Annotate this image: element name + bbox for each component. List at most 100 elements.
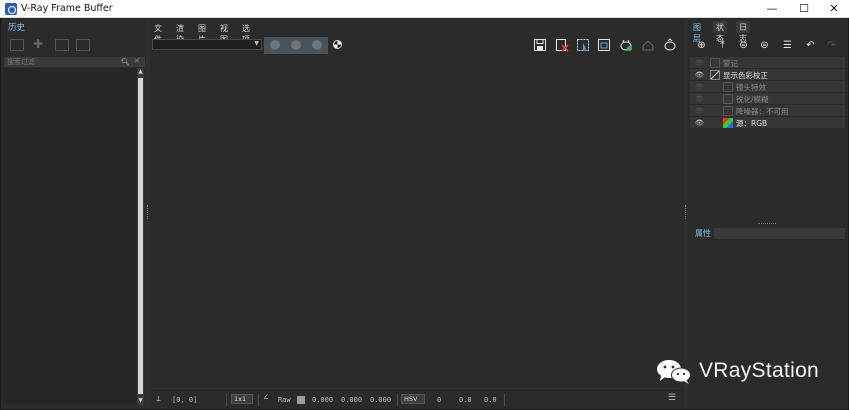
status-divider — [226, 394, 227, 406]
wechat-logo-icon — [657, 360, 691, 384]
splitter-grip-icon — [685, 205, 687, 219]
color-swatch — [297, 396, 305, 404]
red-channel-button[interactable] — [270, 40, 280, 50]
layers-toolbar: ⊕ ⤒ ⊜ ⊜ ☰ ↶ ↷ — [690, 36, 845, 56]
layer-icon — [710, 58, 720, 68]
scrollbar-thumb[interactable] — [138, 78, 143, 394]
tab-history[interactable]: 历史 — [4, 21, 30, 33]
render-toolbar: ▼ — [150, 36, 686, 55]
watermark-text: VRayStation — [699, 359, 820, 382]
history-panel: 历史 ✚ 🔍︎ ✕ ▲ ▼ — [4, 19, 145, 408]
status-bar: ⊥ [0, 0] 1x1 ∠ Raw 0.000 0.000 0.000 HSV… — [150, 390, 686, 408]
layer-label: 镜头特效 — [736, 83, 766, 92]
undo-icon[interactable]: ↶ — [803, 39, 818, 53]
render-icon[interactable] — [618, 38, 634, 52]
stop-render-icon[interactable] — [640, 38, 656, 52]
tab-layers[interactable]: 图层 — [690, 21, 704, 43]
properties-header: 属性 — [690, 228, 845, 239]
render-viewport[interactable] — [150, 55, 686, 390]
layer-row[interactable]: 👁︎ 降噪器：不可用 — [690, 105, 845, 117]
right-splitter[interactable] — [684, 19, 688, 408]
add-layer-icon[interactable]: ⊕ — [694, 39, 709, 53]
layer-label: 锐化/模糊 — [736, 95, 769, 104]
layer-row[interactable]: 👁︎ 镜头特效 — [690, 81, 845, 93]
hsv-value-v: 0.0 — [484, 396, 497, 404]
layer-row[interactable]: 👁︎ 锐化/模糊 — [690, 93, 845, 105]
history-search: 🔍︎ ✕ — [4, 57, 145, 67]
tab-log[interactable]: 日志 — [736, 21, 750, 43]
panel-divider[interactable] — [690, 222, 845, 226]
history-scrollbar[interactable]: ▲ ▼ — [137, 68, 144, 405]
rgb-channel-group — [264, 37, 328, 54]
layer-row[interactable]: 👁︎ 源：RGB — [690, 117, 845, 129]
layer-label: 显示色彩校正 — [723, 71, 768, 80]
load-layers-icon[interactable]: ⤒ — [715, 39, 730, 53]
history-toolbar: ✚ — [4, 35, 145, 57]
history-search-input[interactable] — [7, 57, 119, 67]
pixel-picker-icon[interactable]: ⊥ — [156, 394, 161, 403]
raw-value-b: 0.000 — [370, 396, 392, 404]
load-history-icon[interactable] — [55, 39, 69, 51]
render-area: 文件 渲染 图片 视图 选项 ▼ — [150, 19, 686, 408]
layer-list-icon[interactable]: ☰ — [780, 39, 795, 53]
layers-panel: 图层 状态 日志 ⊕ ⤒ ⊜ ⊜ ☰ ↶ ↷ 👁︎ 蒙记 👁︎ 显示色彩校正 👁… — [690, 19, 845, 408]
window-title: V-Ray Frame Buffer — [21, 3, 113, 14]
save-to-history-icon[interactable] — [10, 39, 24, 51]
follow-mouse-icon[interactable] — [596, 38, 612, 52]
visibility-eye-icon[interactable]: 👁︎ — [695, 71, 704, 79]
channel-select[interactable]: ▼ — [152, 39, 262, 50]
maximize-button[interactable]: ☐ — [789, 0, 819, 18]
add-history-icon[interactable]: ✚ — [33, 38, 47, 51]
console-icon[interactable]: ☰ — [668, 393, 676, 403]
visibility-eye-icon[interactable]: 👁︎ — [695, 59, 704, 67]
search-clear-icon[interactable]: ✕ — [134, 57, 140, 65]
denoiser-icon — [723, 106, 733, 116]
raw-value-r: 0.000 — [312, 396, 334, 404]
save-layers-icon[interactable]: ⊜ — [736, 39, 751, 53]
hsv-value-s: 0.0 — [459, 396, 472, 404]
green-channel-button[interactable] — [291, 40, 301, 50]
visibility-eye-icon[interactable]: 👁︎ — [695, 107, 704, 115]
mono-mode-icon[interactable] — [333, 40, 342, 49]
properties-label: 属性 — [695, 229, 711, 238]
search-icon[interactable]: 🔍︎ — [121, 58, 130, 66]
close-button[interactable]: ✕ — [819, 0, 849, 18]
clear-image-icon[interactable] — [554, 38, 570, 52]
vray-app-icon — [5, 3, 17, 15]
chevron-down-icon: ▼ — [254, 40, 259, 47]
layer-label: 降噪器：不可用 — [736, 107, 789, 116]
color-space-select[interactable]: HSV — [401, 394, 425, 404]
scroll-up-arrow-icon[interactable]: ▲ — [137, 68, 144, 76]
export-history-icon[interactable] — [76, 39, 90, 51]
visibility-eye-icon[interactable]: 👁︎ — [695, 119, 704, 127]
curve-icon: ∠ — [263, 393, 269, 403]
raw-label: Raw — [278, 396, 291, 404]
tab-stats[interactable]: 状态 — [713, 21, 727, 43]
color-correction-icon — [710, 70, 720, 80]
hsv-value-h: 0 — [437, 396, 442, 404]
visibility-eye-icon[interactable]: 👁︎ — [695, 83, 704, 91]
layer-label: 蒙记 — [723, 59, 738, 68]
layer-row[interactable]: 👁︎ 蒙记 — [690, 57, 845, 69]
divider-grip-icon — [758, 223, 776, 225]
sharpen-blur-icon — [723, 94, 733, 104]
history-list[interactable] — [4, 68, 137, 404]
status-divider — [504, 394, 505, 406]
visibility-eye-icon[interactable]: 👁︎ — [695, 95, 704, 103]
sample-mode-select[interactable]: 1x1 — [231, 394, 253, 404]
interactive-render-icon[interactable] — [662, 38, 678, 52]
coords-readout: [0, 0] — [172, 396, 198, 404]
region-render-icon[interactable] — [575, 38, 591, 52]
minimize-button[interactable]: — — [757, 0, 787, 18]
scroll-down-arrow-icon[interactable]: ▼ — [137, 397, 144, 405]
blue-channel-button[interactable] — [312, 40, 322, 50]
status-divider — [258, 394, 259, 406]
watermark: VRayStation — [655, 356, 845, 386]
redo-icon[interactable]: ↷ — [824, 39, 839, 53]
layer-label: 源：RGB — [736, 119, 768, 128]
save-image-icon[interactable] — [532, 38, 548, 52]
sample-mode-value: 1x1 — [234, 395, 247, 403]
layer-row[interactable]: 👁︎ 显示色彩校正 — [690, 69, 845, 81]
layer-presets-icon[interactable]: ⊜ — [757, 39, 772, 53]
title-bar: V-Ray Frame Buffer — ☐ ✕ — [0, 0, 849, 18]
